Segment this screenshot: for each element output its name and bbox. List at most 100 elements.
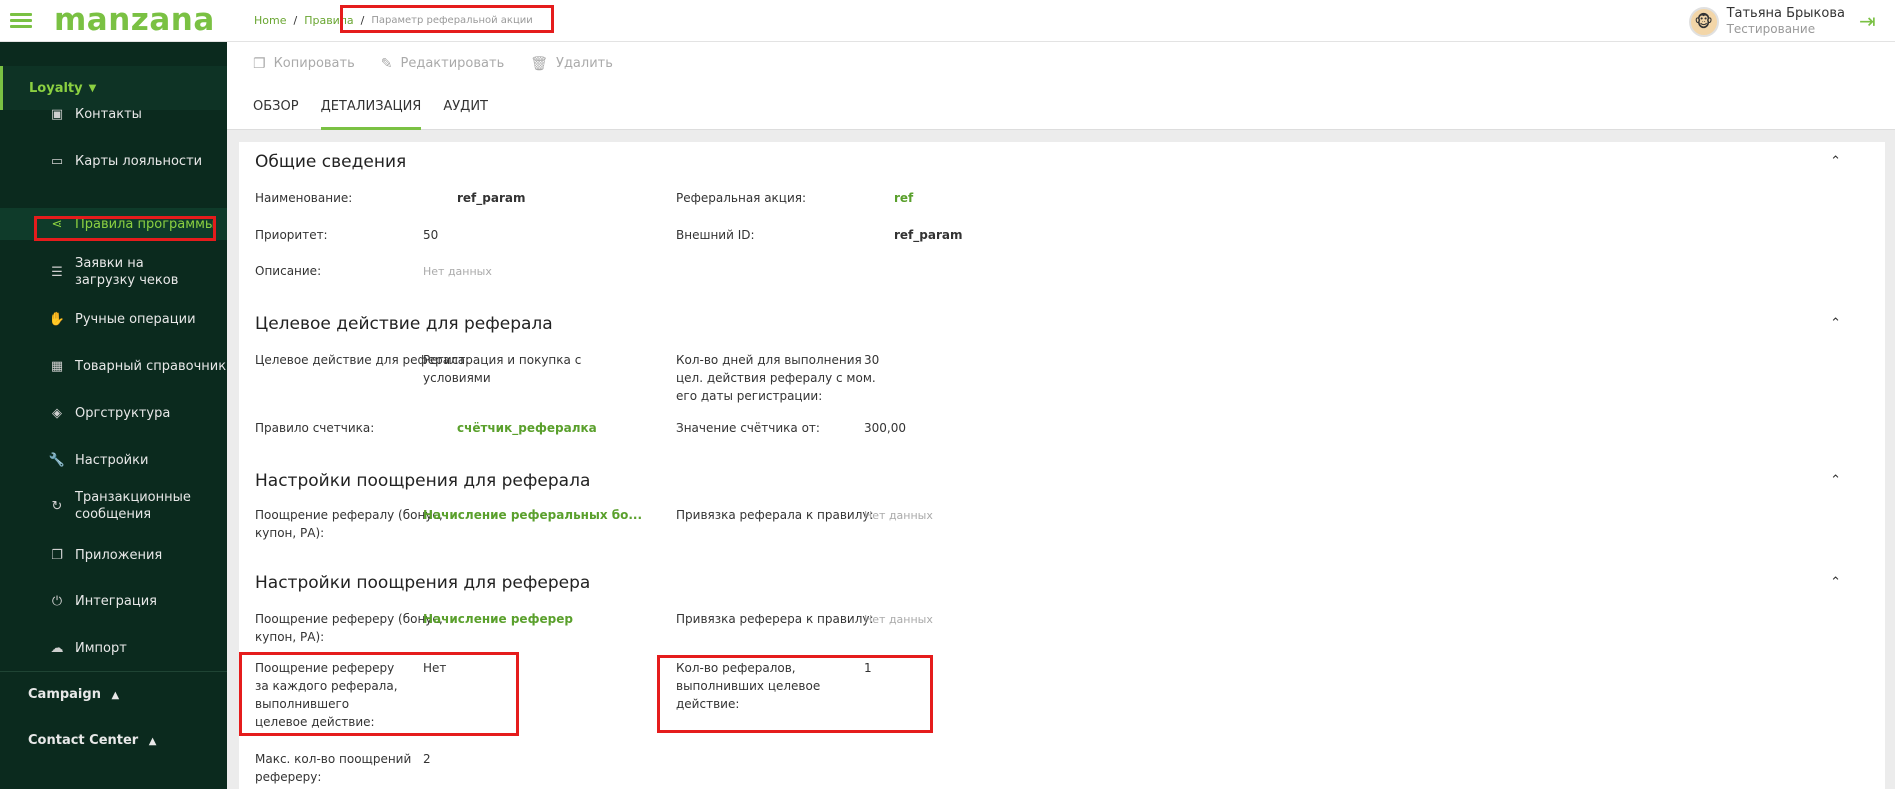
sidebar-item-manual-operations[interactable]: ✋ Ручные операции	[0, 300, 227, 338]
breadcrumb-separator: /	[293, 14, 298, 27]
chevron-up-icon[interactable]: ⌃	[1830, 473, 1841, 488]
field-value-target-action: Регистрация и покупка с условиями	[423, 353, 582, 385]
top-bar: manzana Home / Правила / Параметр рефера…	[0, 0, 1895, 42]
field-value-referrer-reward[interactable]: Начисление реферер	[423, 610, 573, 628]
menu-icon[interactable]	[10, 13, 32, 28]
field-value-description: Нет данных	[423, 265, 492, 278]
field-value-referral-binding: Нет данных	[864, 509, 933, 522]
tab-details[interactable]: ДЕТАЛИЗАЦИЯ	[320, 85, 422, 130]
sidebar-divider	[0, 671, 227, 672]
user-menu[interactable]: 🐵 Татьяна Брыкова Тестирование	[1688, 6, 1845, 37]
breadcrumb-rules[interactable]: Правила	[304, 14, 353, 27]
toolbar: ❐ Копировать ✎ Редактировать 🗑 Удалить	[227, 42, 1895, 85]
sidebar-item-product-catalog[interactable]: ▦ Товарный справочник	[0, 347, 227, 385]
sidebar-item-receipt-uploads[interactable]: ☰ Заявки на загрузку чеков	[0, 252, 227, 292]
tab-audit[interactable]: АУДИТ	[443, 85, 488, 130]
sidebar: Loyalty ▼ ▣ Контакты ▭ Карты лояльности …	[0, 42, 227, 789]
sidebar-item-program-rules[interactable]: ⋖ Правила программы	[0, 208, 227, 240]
sidebar-item-label: Заявки на загрузку чеков	[75, 256, 179, 288]
sidebar-item-label: Импорт	[75, 640, 127, 656]
copy-icon: ❐	[253, 55, 266, 72]
sidebar-item-import[interactable]: ☁ Импорт	[0, 629, 227, 667]
logout-icon[interactable]: ⇥	[1859, 9, 1881, 33]
field-label-counter-rule: Правило счетчика:	[255, 421, 375, 435]
tab-overview[interactable]: ОБЗОР	[253, 85, 299, 130]
field-value-ref-action[interactable]: ref	[894, 189, 913, 207]
field-value-reward-each-referral: Нет	[423, 661, 447, 675]
wrench-icon: 🔧	[48, 452, 66, 468]
share-icon: ⋖	[51, 216, 63, 232]
files-icon: ❐	[51, 547, 63, 563]
avatar[interactable]: 🐵	[1688, 6, 1719, 37]
sidebar-section-label: Contact Center	[28, 733, 139, 748]
field-value-days: 30	[864, 353, 880, 367]
copy-button-label: Копировать	[273, 56, 355, 71]
breadcrumb-current: Параметр реферальной акции	[371, 15, 533, 26]
field-value-counter-rule[interactable]: счётчик_рефералка	[457, 419, 597, 437]
delete-button-label: Удалить	[556, 56, 613, 71]
sidebar-item-label: Приложения	[75, 547, 163, 563]
sidebar-item-label: Оргструктура	[75, 405, 171, 421]
sidebar-item-label: Правила программы	[75, 216, 216, 232]
edit-button[interactable]: ✎ Редактировать	[381, 56, 504, 72]
cloud-upload-icon: ☁	[50, 640, 64, 656]
user-name: Татьяна Брыкова	[1726, 6, 1845, 21]
sidebar-section-campaign[interactable]: Campaign ▲	[0, 687, 227, 702]
field-label-description: Описание:	[255, 264, 322, 278]
field-label-days: Кол-во дней для выполнения цел. действия…	[676, 353, 876, 403]
breadcrumb: Home / Правила / Параметр реферальной ак…	[254, 14, 533, 27]
app-root: manzana Home / Правила / Параметр рефера…	[0, 0, 1895, 789]
sidebar-item-integration[interactable]: ⏻ Интеграция	[0, 582, 227, 620]
sync-icon: ↻	[51, 498, 63, 514]
hand-icon: ✋	[48, 311, 66, 327]
field-label-name: Наименование:	[255, 191, 353, 205]
field-value-name: ref_param	[457, 191, 526, 205]
chevron-up-icon[interactable]: ⌃	[1830, 316, 1841, 331]
field-value-priority: 50	[423, 228, 439, 242]
main-content: ❐ Копировать ✎ Редактировать 🗑 Удалить О…	[227, 42, 1895, 789]
sidebar-item-label: Контакты	[75, 106, 142, 122]
app-logo[interactable]: manzana	[54, 2, 215, 38]
chevron-up-icon[interactable]: ⌃	[1830, 154, 1841, 169]
sidebar-item-org-structure[interactable]: ◈ Оргструктура	[0, 394, 227, 432]
trash-icon: 🗑	[530, 55, 549, 72]
section-title-referral-reward: Настройки поощрения для реферала	[255, 471, 591, 491]
sidebar-item-label: Настройки	[75, 452, 149, 468]
sidebar-item-loyalty-cards[interactable]: ▭ Карты лояльности	[0, 142, 227, 180]
section-title-referrer-reward: Настройки поощрения для реферера	[255, 573, 591, 593]
section-title-target-action: Целевое действие для реферала	[255, 314, 553, 334]
sidebar-item-settings[interactable]: 🔧 Настройки	[0, 441, 227, 479]
chevron-up-icon[interactable]: ⌃	[1830, 575, 1841, 590]
tab-bar: ОБЗОР ДЕТАЛИЗАЦИЯ АУДИТ	[227, 85, 1895, 130]
sidebar-section-label: Campaign	[28, 687, 101, 702]
caret-up-icon: ▲	[148, 736, 157, 747]
contact-card-icon: ▣	[50, 106, 64, 122]
field-value-external-id: ref_param	[894, 228, 963, 242]
field-label-referrer-binding: Привязка реферера к правилу:	[676, 612, 874, 626]
sidebar-section-contact-center[interactable]: Contact Center ▲	[0, 733, 227, 748]
field-label-referrer-reward: Поощрение рефереру (бонус, купон, РА):	[255, 612, 443, 644]
field-label-external-id: Внешний ID:	[676, 228, 755, 242]
sidebar-item-contacts[interactable]: ▣ Контакты	[0, 95, 227, 133]
sidebar-item-label: Товарный справочник	[75, 358, 227, 374]
sidebar-item-label: Транзакционные сообщения	[75, 490, 191, 522]
sidebar-item-applications[interactable]: ❐ Приложения	[0, 536, 227, 574]
grid-icon: ▦	[50, 358, 64, 374]
sidebar-section-label: Loyalty	[29, 80, 83, 96]
sidebar-item-transactional-messages[interactable]: ↻ Транзакционные сообщения	[0, 486, 227, 526]
credit-card-icon: ▭	[50, 153, 64, 169]
user-role: Тестирование	[1726, 22, 1816, 36]
layers-icon: ◈	[52, 405, 62, 421]
field-label-reward-each-referral: Поощрение рефереру за каждого реферала, …	[255, 661, 398, 729]
field-label-referral-binding: Привязка реферала к правилу:	[676, 508, 874, 522]
field-label-referral-count: Кол-во рефералов, выполнивших целевое де…	[676, 661, 821, 711]
breadcrumb-home[interactable]: Home	[254, 14, 286, 27]
plug-icon: ⏻	[51, 593, 63, 609]
copy-button[interactable]: ❐ Копировать	[253, 56, 355, 72]
delete-button[interactable]: 🗑 Удалить	[530, 56, 613, 72]
field-value-referral-reward[interactable]: Начисление реферальных бо...	[423, 506, 642, 524]
field-value-max-rewards: 2	[423, 752, 431, 766]
details-card: Общие сведения ⌃ Наименование: ref_param…	[239, 142, 1885, 789]
field-label-max-rewards: Макс. кол-во поощрений рефереру:	[255, 752, 412, 784]
pencil-icon: ✎	[380, 55, 393, 72]
